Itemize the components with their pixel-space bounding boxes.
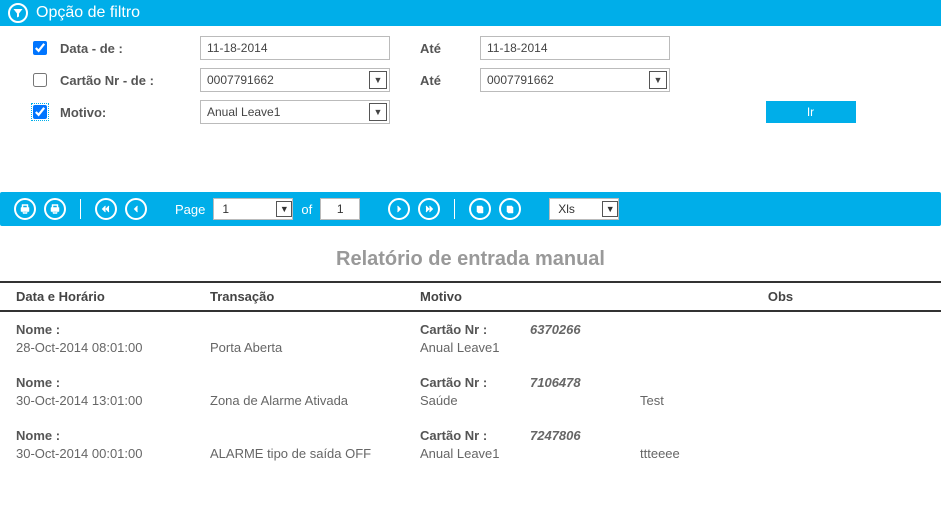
card-value: 7106478 xyxy=(530,375,581,390)
col-obs: Obs xyxy=(620,289,941,304)
cell-reason: Saúde xyxy=(420,393,620,408)
card-from-label: Cartão Nr - de : xyxy=(60,73,200,88)
reason-filter-checkbox[interactable] xyxy=(33,105,47,119)
card-label: Cartão Nr : xyxy=(420,428,530,443)
first-page-icon[interactable] xyxy=(95,198,117,220)
chevron-down-icon: ▼ xyxy=(602,201,618,217)
chevron-down-icon: ▼ xyxy=(369,103,387,121)
chevron-down-icon: ▼ xyxy=(649,71,667,89)
toolbar-sep xyxy=(454,199,455,219)
name-label: Nome : xyxy=(0,322,420,337)
card-value: 7247806 xyxy=(530,428,581,443)
toolbar-sep xyxy=(80,199,81,219)
prev-page-icon[interactable] xyxy=(125,198,147,220)
reason-select[interactable]: Anual Leave1 ▼ xyxy=(200,100,390,124)
copy-icon[interactable] xyxy=(499,198,521,220)
export-format-select[interactable]: Xls ▼ xyxy=(549,198,619,220)
date-filter-checkbox[interactable] xyxy=(33,41,47,55)
chevron-down-icon: ▼ xyxy=(369,71,387,89)
col-date: Data e Horário xyxy=(0,289,210,304)
cell-datetime: 30-Oct-2014 13:01:00 xyxy=(0,393,210,408)
date-to-label: Até xyxy=(420,41,480,56)
filter-icon xyxy=(8,3,28,23)
cell-reason: Anual Leave1 xyxy=(420,446,620,461)
report-title: Relatório de entrada manual xyxy=(0,248,941,271)
report-toolbar: Page 1 ▼ of 1 Xls ▼ xyxy=(0,192,941,226)
date-from-label: Data - de : xyxy=(60,41,200,56)
filter-body: Data - de : 11-18-2014 Até 11-18-2014 Ca… xyxy=(0,26,941,152)
print-icon[interactable] xyxy=(44,198,66,220)
filter-title: Opção de filtro xyxy=(36,4,140,22)
name-label: Nome : xyxy=(0,428,420,443)
table-row: Nome :Cartão Nr :6370266 28-Oct-2014 08:0… xyxy=(0,312,941,365)
cell-trans: ALARME tipo de saída OFF xyxy=(210,446,420,461)
cell-obs xyxy=(620,340,941,355)
col-trans: Transação xyxy=(210,289,420,304)
go-button[interactable]: Ir xyxy=(766,101,856,123)
report-header-row: Data e Horário Transação Motivo Obs xyxy=(0,281,941,312)
card-value: 6370266 xyxy=(530,322,581,337)
of-label: of xyxy=(301,202,312,217)
card-filter-checkbox[interactable] xyxy=(33,73,47,87)
date-to-input[interactable]: 11-18-2014 xyxy=(480,36,670,60)
page-total: 1 xyxy=(320,198,360,220)
date-from-input[interactable]: 11-18-2014 xyxy=(200,36,390,60)
print-icon[interactable] xyxy=(14,198,36,220)
card-from-select[interactable]: 0007791662 ▼ xyxy=(200,68,390,92)
chevron-down-icon: ▼ xyxy=(276,201,292,217)
filter-header: Opção de filtro xyxy=(0,0,941,26)
card-label: Cartão Nr : xyxy=(420,375,530,390)
card-to-select[interactable]: 0007791662 ▼ xyxy=(480,68,670,92)
cell-reason: Anual Leave1 xyxy=(420,340,620,355)
table-row: Nome :Cartão Nr :7247806 30-Oct-2014 00:0… xyxy=(0,418,941,471)
copy-icon[interactable] xyxy=(469,198,491,220)
next-page-icon[interactable] xyxy=(388,198,410,220)
cell-trans: Zona de Alarme Ativada xyxy=(210,393,420,408)
col-reason: Motivo xyxy=(420,289,620,304)
name-label: Nome : xyxy=(0,375,420,390)
reason-label: Motivo: xyxy=(60,105,200,120)
card-label: Cartão Nr : xyxy=(420,322,530,337)
last-page-icon[interactable] xyxy=(418,198,440,220)
report-body: Nome :Cartão Nr :637026628-Oct-2014 08:0… xyxy=(0,312,941,471)
cell-datetime: 30-Oct-2014 00:01:00 xyxy=(0,446,210,461)
cell-obs: Test xyxy=(620,393,941,408)
table-row: Nome :Cartão Nr :7106478 30-Oct-2014 13:0… xyxy=(0,365,941,418)
cell-obs: ttteeee xyxy=(620,446,941,461)
cell-trans: Porta Aberta xyxy=(210,340,420,355)
cell-datetime: 28-Oct-2014 08:01:00 xyxy=(0,340,210,355)
page-current-select[interactable]: 1 ▼ xyxy=(213,198,293,220)
page-label: Page xyxy=(175,202,205,217)
card-to-label: Até xyxy=(420,73,480,88)
